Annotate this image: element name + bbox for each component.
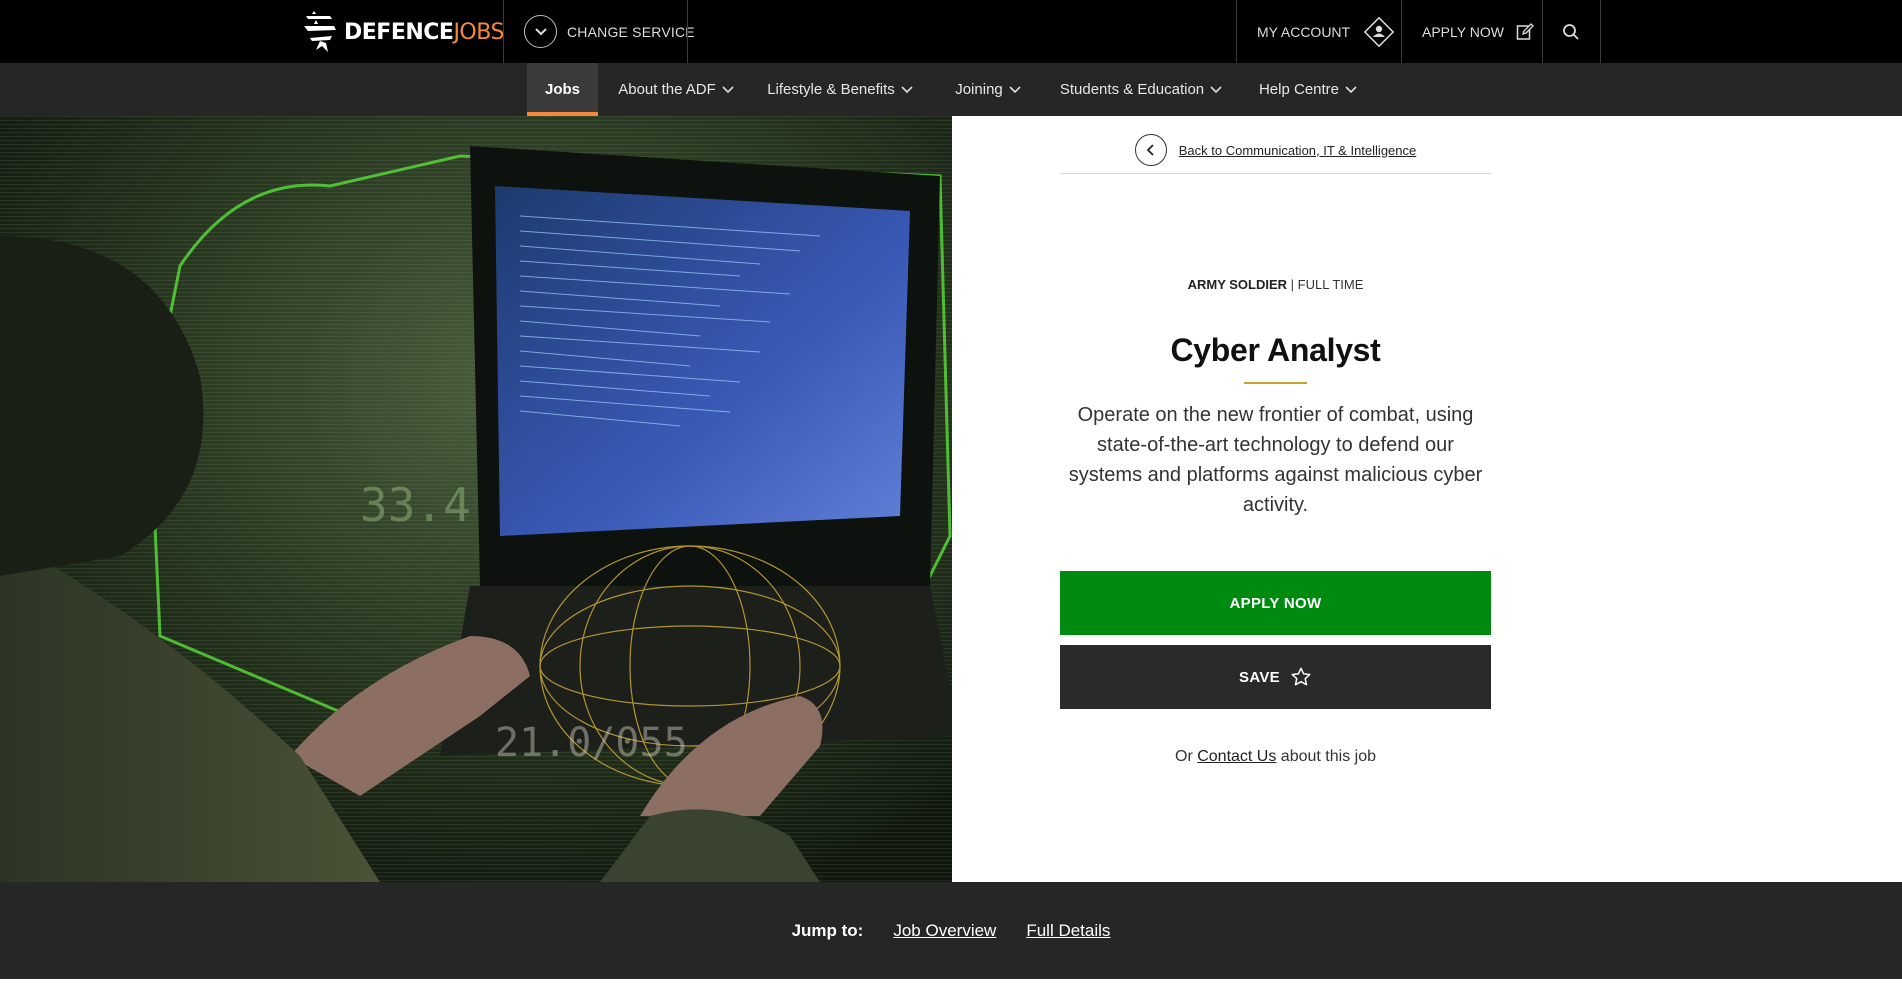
change-service-label: CHANGE SERVICE (567, 23, 695, 40)
hero-image: 33.4 21.0/055 (0, 116, 952, 882)
job-meta: ARMY SOLDIER | FULL TIME (1060, 277, 1491, 292)
apply-now-button[interactable]: APPLY NOW (1060, 571, 1491, 635)
apply-now-label: APPLY NOW (1229, 594, 1322, 612)
back-link[interactable]: Back to Communication, IT & Intelligence (1179, 143, 1417, 158)
defence-jobs-logo[interactable]: DEFENCEJOBS (302, 10, 504, 54)
contact-line: Or Contact Us about this job (1060, 748, 1491, 766)
meta-separator: | (1287, 277, 1298, 292)
jump-to-bar: Jump to: Job Overview Full Details (0, 882, 1902, 979)
nav-item-students-education[interactable]: Students & Education (1058, 63, 1224, 116)
chevron-left-icon (1146, 144, 1154, 156)
nav-item-lifestyle-benefits[interactable]: Lifestyle & Benefits (764, 63, 916, 116)
my-account-button[interactable]: MY ACCOUNT (1257, 0, 1396, 63)
nav-item-label: Lifestyle & Benefits (767, 81, 895, 98)
hero-overlay-number: 33.4 (360, 478, 471, 532)
back-breadcrumb: Back to Communication, IT & Intelligence (1060, 127, 1491, 174)
nav-item-label: Students & Education (1059, 81, 1205, 98)
nav-item-help-centre[interactable]: Help Centre (1256, 63, 1360, 116)
chevron-down-icon (1345, 85, 1357, 93)
job-type: FULL TIME (1297, 277, 1364, 292)
apply-now-top-label: APPLY NOW (1422, 23, 1504, 40)
jump-to-label: Jump to: (791, 920, 864, 940)
job-description: Operate on the new frontier of combat, u… (1068, 404, 1483, 516)
page-bottom-edge (0, 979, 1902, 984)
change-service-button[interactable]: CHANGE SERVICE (524, 15, 695, 48)
star-icon (1291, 667, 1311, 686)
divider (503, 0, 504, 63)
my-account-label: MY ACCOUNT (1257, 23, 1351, 40)
nav-item-about-the-adf[interactable]: About the ADF (610, 63, 742, 116)
jump-link-job-overview[interactable]: Job Overview (893, 921, 996, 941)
nav-item-label: Joining (955, 81, 1003, 98)
chevron-down-icon (901, 85, 913, 93)
back-button[interactable] (1134, 134, 1167, 166)
job-service: ARMY SOLDIER (1187, 277, 1288, 292)
apply-now-top-button[interactable]: APPLY NOW (1422, 0, 1534, 63)
logo-word-jobs: JOBS (453, 19, 504, 45)
nav-item-jobs[interactable]: Jobs (527, 63, 598, 116)
chevron-down-icon (1210, 85, 1222, 93)
edit-icon (1516, 22, 1534, 40)
cyber-analyst-photo: 33.4 21.0/055 (0, 116, 952, 882)
title-underline (1244, 382, 1307, 384)
search-icon (1563, 23, 1579, 40)
nav-item-label: Help Centre (1258, 81, 1340, 98)
divider (687, 0, 688, 63)
top-bar: DEFENCEJOBS CHANGE SERVICE MY ACCOUNT AP… (0, 0, 1902, 63)
divider (1600, 0, 1601, 63)
chevron-down-icon (722, 85, 734, 93)
jump-link-full-details[interactable]: Full Details (1026, 921, 1110, 941)
contact-suffix: about this job (1276, 748, 1376, 765)
hero-overlay-number: 21.0/055 (495, 720, 688, 766)
logo-word-defence: DEFENCE (344, 19, 454, 45)
contact-us-link[interactable]: Contact Us (1197, 748, 1276, 765)
nav-item-label: Jobs (544, 81, 580, 98)
save-label: SAVE (1239, 668, 1280, 686)
chevron-down-icon (1009, 85, 1021, 93)
main-nav: Jobs About the ADF Lifestyle & Benefits … (0, 63, 1902, 116)
chevron-down-circle-icon (524, 15, 557, 48)
divider (1236, 0, 1237, 63)
save-button[interactable]: SAVE (1060, 645, 1491, 709)
defence-logo-icon (304, 11, 336, 52)
nav-item-joining[interactable]: Joining (950, 63, 1026, 116)
contact-prefix: Or (1175, 748, 1198, 765)
job-title: Cyber Analyst (1170, 332, 1381, 368)
search-button[interactable] (1542, 0, 1600, 63)
nav-item-label: About the ADF (618, 81, 716, 98)
user-icon (1363, 16, 1395, 47)
divider (1401, 0, 1402, 63)
